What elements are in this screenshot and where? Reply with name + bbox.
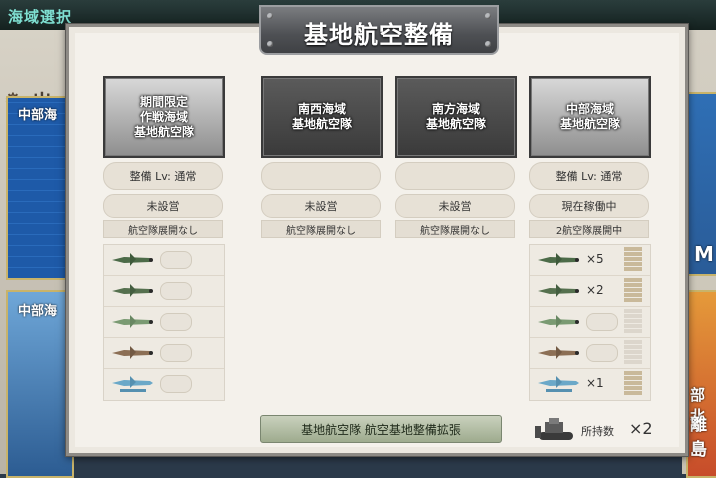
slot-empty-pill — [160, 282, 192, 300]
fighter-plane-icon — [112, 284, 153, 297]
map-tile-text: 離島 — [690, 415, 707, 460]
base-air-maintenance-panel: 期間限定 作戦海域 基地航空隊 整備 Lv: 通常 未設営 航空隊展開なし 南西… — [66, 5, 688, 456]
seaplane-icon — [112, 376, 153, 392]
event-area-banner[interactable]: 期間限定 作戦海域 基地航空隊 — [103, 76, 225, 158]
slot-seaplane[interactable] — [104, 369, 224, 399]
south-banner[interactable]: 南方海域 基地航空隊 — [395, 76, 517, 158]
owned-count: ×2 — [629, 419, 653, 438]
slot-fighter[interactable]: ×5 — [530, 245, 650, 276]
slot-fighter[interactable] — [104, 307, 224, 338]
stock-gauge — [624, 278, 642, 303]
maintenance-level: 整備 Lv: 通常 — [529, 162, 649, 190]
deploy-status: 航空隊展開なし — [103, 220, 223, 238]
map-tile-label: 中部海 — [18, 108, 58, 123]
title-plate: 基地航空整備 — [259, 5, 499, 55]
maintenance-level — [395, 162, 515, 190]
map-tile-central-2[interactable]: 中部海 — [6, 290, 74, 478]
bomber-plane-icon — [538, 346, 579, 359]
central-banner[interactable]: 中部海域 基地航空隊 — [529, 76, 651, 158]
stock-gauge — [624, 247, 642, 272]
setup-status: 現在稼働中 — [529, 194, 649, 218]
deploy-status: 2航空隊展開中 — [529, 220, 649, 238]
banner-label: 南西海域 基地航空隊 — [291, 102, 352, 131]
slot-bomber[interactable] — [530, 338, 650, 369]
deploy-status: 航空隊展開なし — [395, 220, 515, 238]
map-tile-label: 中部海 — [18, 304, 58, 319]
aircraft-slots — [103, 244, 225, 401]
panel-title: 基地航空整備 — [304, 20, 454, 49]
bulldozer-icon — [535, 418, 573, 440]
maintenance-level — [261, 162, 381, 190]
slot-fighter[interactable]: ×2 — [530, 276, 650, 307]
panel-body: 期間限定 作戦海域 基地航空隊 整備 Lv: 通常 未設営 航空隊展開なし 南西… — [75, 33, 679, 447]
sea-area-selection-title: 海域選択 — [8, 8, 73, 26]
slot-empty-pill — [586, 344, 618, 362]
setup-status: 未設営 — [103, 194, 223, 218]
slot-empty-pill — [160, 344, 192, 362]
map-tile-right-2[interactable]: 部北 離島 — [686, 290, 716, 478]
slot-empty-pill — [586, 313, 618, 331]
slot-count: ×5 — [586, 252, 604, 266]
owned-label: 所持数 — [581, 425, 614, 438]
fighter-plane-icon — [112, 315, 153, 328]
fighter-plane-icon — [538, 315, 579, 328]
bomber-plane-icon — [112, 346, 153, 359]
map-tile-right-1[interactable]: M — [686, 92, 716, 276]
deploy-status: 航空隊展開なし — [261, 220, 381, 238]
stock-gauge — [624, 340, 642, 365]
slot-count: ×2 — [586, 283, 604, 297]
fighter-plane-icon — [538, 284, 579, 297]
map-tile-text: M — [694, 242, 714, 266]
maintenance-level: 整備 Lv: 通常 — [103, 162, 223, 190]
seaplane-icon — [538, 376, 579, 392]
slot-fighter[interactable] — [530, 307, 650, 338]
slot-fighter[interactable] — [104, 245, 224, 276]
slot-bomber[interactable] — [104, 338, 224, 369]
expand-base-button[interactable]: 基地航空隊 航空基地整備拡張 — [260, 415, 502, 443]
southwest-banner[interactable]: 南西海域 基地航空隊 — [261, 76, 383, 158]
setup-status: 未設営 — [261, 194, 381, 218]
slot-empty-pill — [160, 313, 192, 331]
banner-label: 南方海域 基地航空隊 — [425, 102, 486, 131]
slot-seaplane[interactable]: ×1 — [530, 369, 650, 399]
slot-count: ×1 — [586, 376, 604, 390]
map-tile-central-1[interactable]: 中部海 — [6, 96, 74, 280]
fighter-plane-icon — [538, 253, 579, 266]
setup-status: 未設営 — [395, 194, 515, 218]
fighter-plane-icon — [112, 253, 153, 266]
stock-gauge — [624, 309, 642, 334]
banner-label: 中部海域 基地航空隊 — [559, 102, 620, 131]
aircraft-slots: ×5 ×2 ×1 — [529, 244, 651, 401]
owned-equipment: 所持数 ×2 — [535, 416, 685, 442]
banner-label: 期間限定 作戦海域 基地航空隊 — [133, 94, 194, 139]
slot-empty-pill — [160, 251, 192, 269]
stock-gauge — [624, 371, 642, 396]
slot-fighter[interactable] — [104, 276, 224, 307]
slot-empty-pill — [160, 375, 192, 393]
